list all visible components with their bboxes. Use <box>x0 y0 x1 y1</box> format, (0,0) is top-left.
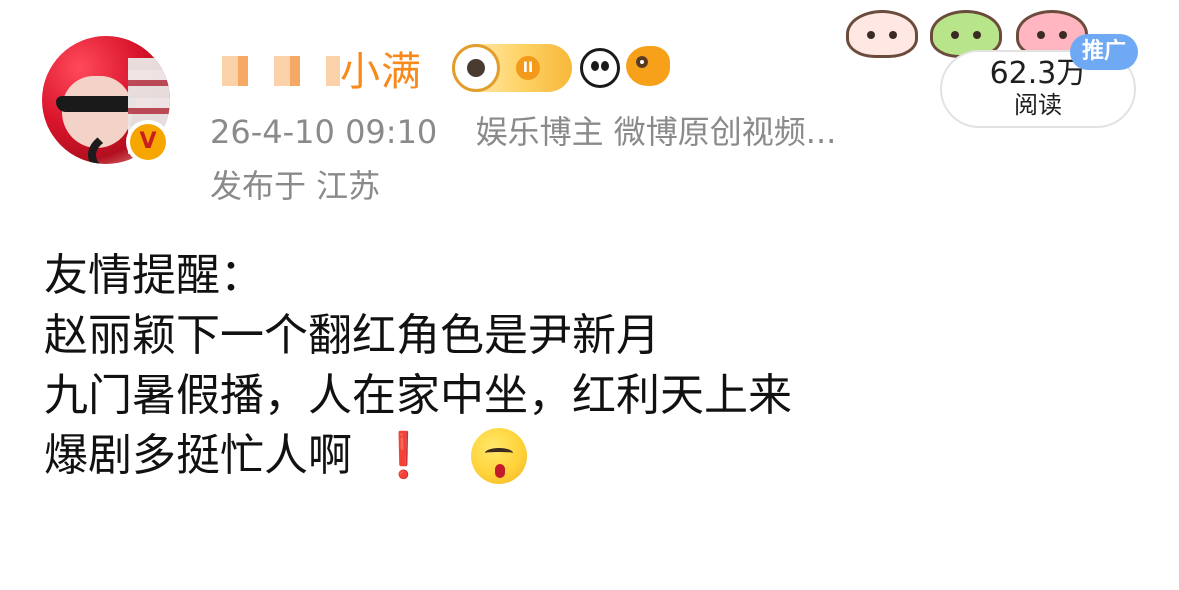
avatar-sunglasses <box>56 96 136 112</box>
read-count-label: 阅读 <box>1014 91 1062 119</box>
post-time: 26-4-10 09:10 <box>210 113 438 151</box>
yummy-face-icon <box>470 428 527 484</box>
astronaut-icon <box>452 44 500 92</box>
content-line: 友情提醒： <box>44 250 264 301</box>
verified-badge-icon: V <box>126 120 170 164</box>
level-badge-icon: II <box>516 56 540 80</box>
egg-sticker-icon <box>846 10 918 58</box>
author-username[interactable]: 小满 <box>340 48 422 96</box>
panda-badge-icon[interactable] <box>580 48 620 88</box>
astronaut-badge-icon[interactable]: II <box>452 44 572 92</box>
username-redaction <box>208 56 340 86</box>
content-line: 爆剧多挺忙人啊 ❗ <box>44 426 792 486</box>
post-tags[interactable]: 娱乐博主 微博原创视频... <box>476 113 837 151</box>
post-location: 发布于 江苏 <box>210 167 381 205</box>
verified-badge-letter: V <box>130 124 166 160</box>
fish-badge-icon[interactable] <box>626 46 670 86</box>
content-line: 九门暑假播，人在家中坐，红利天上来 <box>44 370 792 421</box>
post-meta: 26-4-10 09:10 娱乐博主 微博原创视频... <box>210 112 836 152</box>
content-line: 赵丽颖下一个翻红角色是尹新月 <box>44 310 660 361</box>
content-text: 爆剧多挺忙人啊 <box>44 430 352 481</box>
promote-button[interactable]: 推广 <box>1070 34 1138 70</box>
post-content: 友情提醒： 赵丽颖下一个翻红角色是尹新月 九门暑假播，人在家中坐，红利天上来 爆… <box>44 246 792 486</box>
exclamation-icon: ❗ <box>376 430 431 481</box>
